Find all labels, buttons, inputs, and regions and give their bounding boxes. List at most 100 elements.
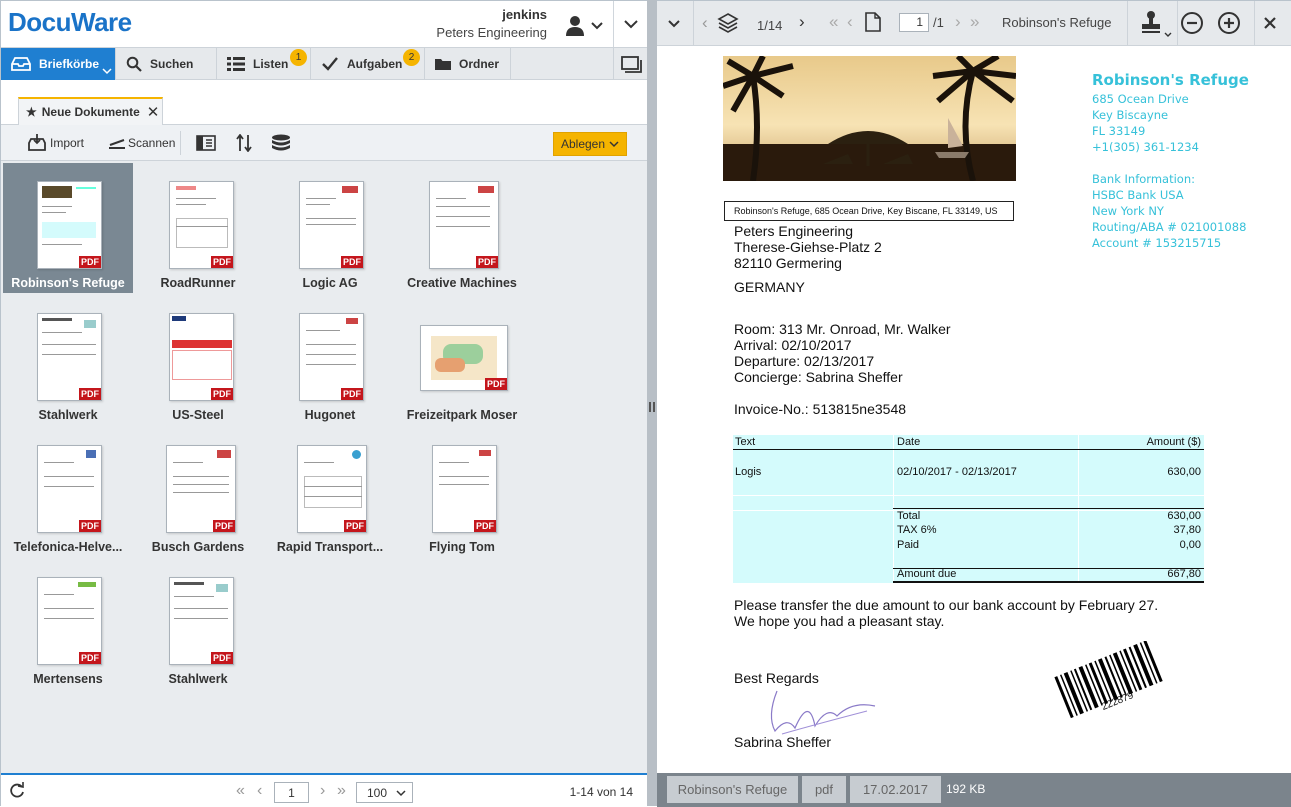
splitter-grip bbox=[649, 402, 655, 412]
zoom-out-icon[interactable] bbox=[1180, 11, 1204, 35]
tab-label: Suchen bbox=[150, 57, 194, 71]
company-address-line: FL 33149 bbox=[1092, 124, 1146, 138]
docuware-logo[interactable]: DocuWare bbox=[8, 7, 132, 38]
page-total: /1 bbox=[933, 15, 944, 30]
document-tile[interactable]: PDF US-Steel bbox=[133, 295, 263, 425]
invoice-table: Text Date Amount ($) Logis 02/10/2017 - … bbox=[733, 435, 1204, 583]
regards: Best Regards bbox=[734, 670, 819, 686]
result-summary: 1-14 von 14 bbox=[569, 785, 633, 799]
close-icon[interactable]: ✕ bbox=[147, 103, 160, 121]
user-name: jenkins bbox=[502, 7, 547, 22]
document-tile[interactable]: PDF Busch Gardens bbox=[133, 427, 263, 557]
tab-label: Neue Dokumente bbox=[41, 105, 140, 119]
table-header: Date bbox=[897, 436, 921, 448]
last-page-icon[interactable]: » bbox=[337, 782, 346, 800]
document-thumbnail: PDF bbox=[37, 445, 102, 533]
page-number-input[interactable]: 1 bbox=[274, 782, 309, 803]
company-address-line: Key Biscayne bbox=[1092, 108, 1169, 122]
document-tile[interactable]: PDF Creative Machines bbox=[397, 163, 527, 293]
next-page-icon[interactable]: › bbox=[320, 782, 325, 800]
import-button[interactable]: Import bbox=[27, 125, 84, 161]
document-tile[interactable]: PDF Flying Tom bbox=[397, 427, 527, 557]
document-tile[interactable]: PDF Stahlwerk bbox=[3, 295, 133, 425]
previous-document-icon[interactable]: ‹ bbox=[702, 13, 708, 33]
document-thumbnail: PDF bbox=[169, 313, 234, 401]
pdf-badge: PDF bbox=[341, 388, 363, 400]
tab-ordner[interactable]: Ordner bbox=[425, 48, 511, 80]
document-thumbnail: PDF bbox=[297, 445, 367, 533]
document-thumbnail: PDF bbox=[420, 325, 508, 391]
sender-line: Robinson's Refuge, 685 Ocean Drive, Key … bbox=[724, 201, 1014, 221]
chevron-down-icon[interactable] bbox=[666, 15, 682, 31]
tab-label: Ordner bbox=[459, 57, 500, 71]
close-icon[interactable] bbox=[1262, 15, 1278, 31]
toolbar-divider bbox=[1127, 1, 1128, 46]
beach-banner-image bbox=[723, 56, 1016, 181]
page-icon[interactable] bbox=[864, 11, 882, 33]
scan-label: Scannen bbox=[128, 136, 176, 150]
document-tile[interactable]: PDF Hugonet bbox=[265, 295, 395, 425]
tab-aufgaben[interactable]: Aufgaben 2 bbox=[311, 48, 425, 80]
first-page-icon[interactable]: « bbox=[829, 12, 838, 32]
next-page-icon[interactable]: › bbox=[955, 12, 961, 32]
tab-label: Listen bbox=[253, 57, 289, 71]
tray-toolbar: Import Scannen Ablegen bbox=[1, 125, 647, 161]
company-name: Robinson's Refuge bbox=[1092, 71, 1249, 89]
stay-detail: Arrival: 02/10/2017 bbox=[734, 337, 852, 353]
user-icon bbox=[566, 16, 603, 36]
last-page-icon[interactable]: » bbox=[970, 12, 979, 32]
document-tile[interactable]: PDF Logic AG bbox=[265, 163, 395, 293]
stamp-icon[interactable] bbox=[1139, 10, 1173, 38]
refresh-icon[interactable] bbox=[9, 782, 25, 798]
search-icon bbox=[126, 56, 142, 72]
document-tile[interactable]: PDF Freizeitpark Moser bbox=[397, 295, 527, 425]
listen-count-badge: 1 bbox=[290, 49, 307, 66]
recipient-line: Therese-Giehse-Platz 2 bbox=[734, 239, 882, 255]
tab-neue-dokumente[interactable]: ★ Neue Dokumente ✕ bbox=[18, 97, 163, 125]
page-size-select[interactable]: 100 bbox=[356, 782, 413, 803]
closing-line: We hope you had a pleasant stay. bbox=[734, 613, 945, 629]
sort-button[interactable] bbox=[236, 125, 252, 161]
view-mode-button[interactable] bbox=[196, 125, 216, 161]
next-document-icon[interactable]: › bbox=[799, 12, 805, 32]
previous-page-icon[interactable]: ‹ bbox=[257, 782, 262, 800]
tray-icon bbox=[11, 57, 31, 71]
document-tile[interactable]: PDF RoadRunner bbox=[133, 163, 263, 293]
document-tile[interactable]: PDF Robinson's Refuge bbox=[3, 163, 133, 293]
user-menu-button[interactable] bbox=[564, 13, 604, 39]
window-toggle-button[interactable] bbox=[613, 48, 647, 80]
document-tile[interactable]: PDF Rapid Transport... bbox=[265, 427, 395, 557]
document-thumbnail: PDF bbox=[37, 577, 102, 665]
store-button[interactable]: Ablegen bbox=[553, 132, 627, 156]
pdf-badge: PDF bbox=[211, 388, 233, 400]
previous-page-icon[interactable]: ‹ bbox=[847, 12, 853, 32]
bank-info-line: HSBC Bank USA bbox=[1092, 188, 1184, 202]
stack-icon[interactable] bbox=[717, 12, 739, 34]
amount-due-value: 667,80 bbox=[1167, 568, 1201, 580]
document-tile[interactable]: PDF Mertensens bbox=[3, 559, 133, 689]
pdf-badge: PDF bbox=[485, 378, 507, 390]
tab-listen[interactable]: Listen 1 bbox=[217, 48, 311, 80]
document-tray-panel: DocuWare jenkins Peters Engineering Brie… bbox=[0, 0, 647, 807]
stay-detail: Departure: 02/13/2017 bbox=[734, 353, 875, 369]
first-page-icon[interactable]: « bbox=[236, 782, 245, 800]
document-thumbnail: PDF bbox=[299, 181, 364, 269]
amount-due-label: Amount due bbox=[897, 568, 957, 580]
scan-button[interactable]: Scannen bbox=[108, 125, 175, 161]
tab-label: Briefkörbe bbox=[39, 57, 100, 71]
tab-briefkoerbe[interactable]: Briefkörbe bbox=[1, 48, 116, 80]
database-button[interactable] bbox=[271, 125, 291, 161]
tab-suchen[interactable]: Suchen bbox=[116, 48, 217, 80]
paid-value: 0,00 bbox=[1179, 539, 1201, 551]
header-collapse-button[interactable] bbox=[613, 1, 647, 47]
company-phone: +1(305) 361-1234 bbox=[1092, 140, 1199, 154]
document-tile[interactable]: PDF Telefonica-Helve... bbox=[3, 427, 133, 557]
panel-splitter[interactable] bbox=[647, 0, 657, 806]
page-input[interactable]: 1 bbox=[899, 13, 929, 32]
status-document-name: Robinson's Refuge bbox=[667, 776, 798, 803]
paid-label: Paid bbox=[897, 539, 920, 551]
document-tile[interactable]: PDF Stahlwerk bbox=[133, 559, 263, 689]
document-thumbnail: PDF bbox=[169, 577, 234, 665]
zoom-in-icon[interactable] bbox=[1217, 11, 1241, 35]
barcode-image bbox=[1054, 641, 1163, 719]
